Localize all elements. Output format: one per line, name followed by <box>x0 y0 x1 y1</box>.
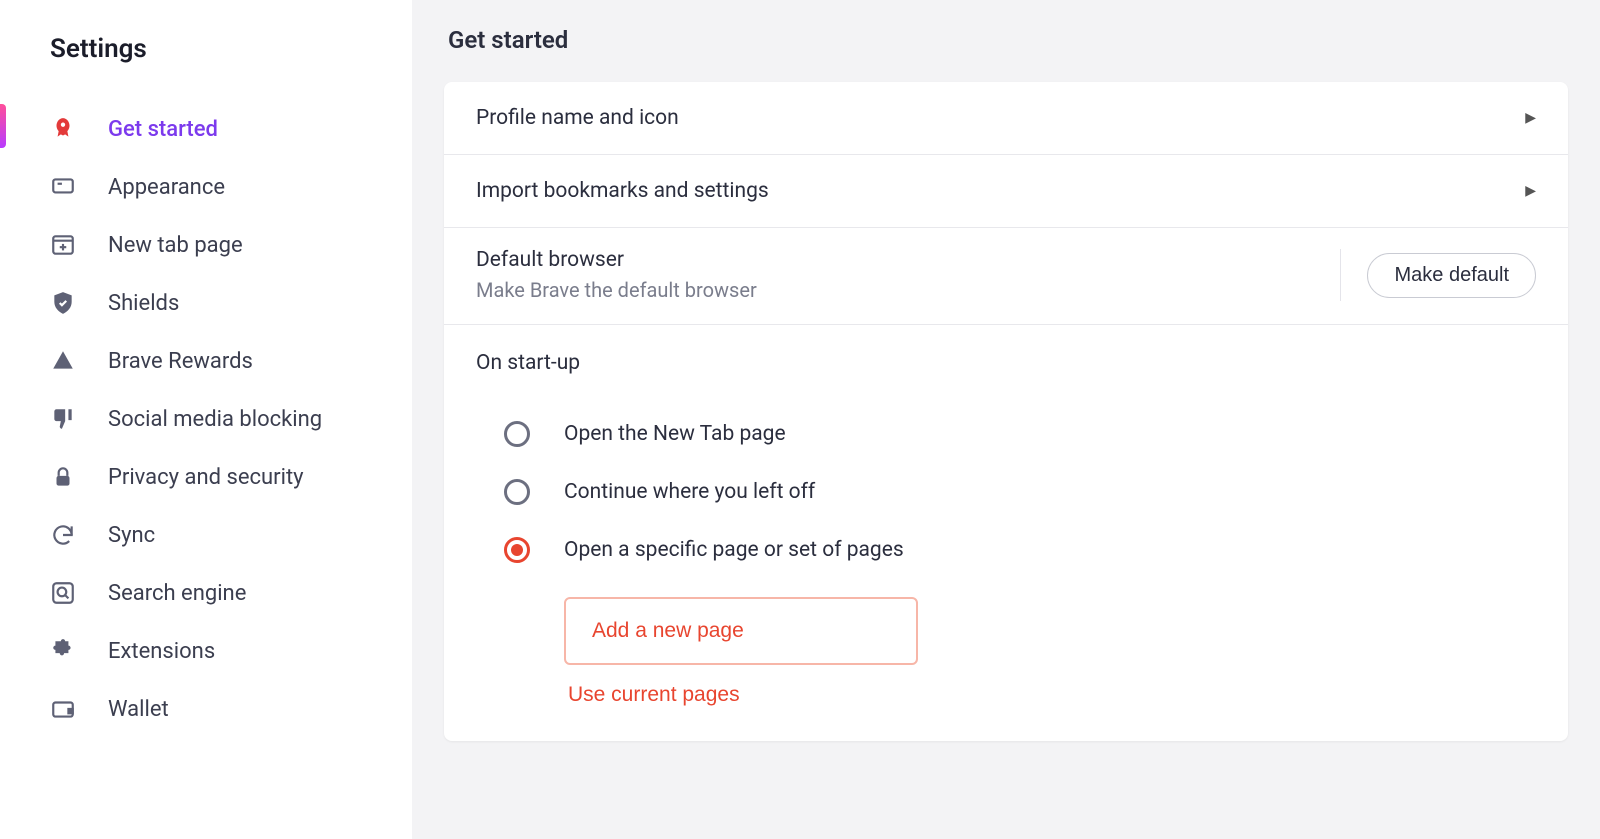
profile-row[interactable]: Profile name and icon ▶ <box>444 82 1568 155</box>
sidebar-item-social[interactable]: Social media blocking <box>0 390 412 448</box>
radio-unchecked-icon <box>504 479 530 505</box>
sidebar-item-label: Appearance <box>108 175 225 200</box>
extensions-icon <box>50 638 86 664</box>
radio-unchecked-icon <box>504 421 530 447</box>
sidebar-item-label: Sync <box>108 523 155 548</box>
shield-icon <box>50 290 86 316</box>
wallet-icon <box>50 696 86 722</box>
sync-icon <box>50 522 86 548</box>
thumbs-down-icon <box>50 406 86 432</box>
startup-title: On start-up <box>476 351 1536 375</box>
startup-option-label: Continue where you left off <box>564 480 815 504</box>
make-default-button[interactable]: Make default <box>1367 253 1536 298</box>
sidebar-item-label: Get started <box>108 117 218 142</box>
sidebar-item-new-tab[interactable]: New tab page <box>0 216 412 274</box>
use-current-pages-button[interactable]: Use current pages <box>564 683 740 707</box>
sidebar-item-label: Extensions <box>108 639 215 664</box>
startup-option-continue[interactable]: Continue where you left off <box>476 463 1536 521</box>
page-title: Get started <box>444 26 1600 54</box>
chevron-right-icon: ▶ <box>1525 110 1536 126</box>
profile-row-label: Profile name and icon <box>476 106 679 130</box>
startup-option-label: Open a specific page or set of pages <box>564 538 904 562</box>
sidebar-item-label: Shields <box>108 291 179 316</box>
default-browser-title: Default browser <box>476 248 757 272</box>
active-indicator <box>0 104 6 148</box>
sidebar-item-shields[interactable]: Shields <box>0 274 412 332</box>
sidebar-list: Get started Appearance New tab page Shie… <box>0 100 412 738</box>
sidebar-item-label: Search engine <box>108 581 246 606</box>
main-content: Get started Profile name and icon ▶ Impo… <box>412 0 1600 839</box>
startup-sub-actions: Add a new page Use current pages <box>564 597 1536 707</box>
sidebar-title: Settings <box>0 34 412 64</box>
import-row-label: Import bookmarks and settings <box>476 179 769 203</box>
sidebar-item-label: New tab page <box>108 233 243 258</box>
settings-sidebar: Settings Get started Appearance New tab … <box>0 0 412 839</box>
sidebar-item-appearance[interactable]: Appearance <box>0 158 412 216</box>
startup-option-new-tab[interactable]: Open the New Tab page <box>476 405 1536 463</box>
sidebar-item-privacy[interactable]: Privacy and security <box>0 448 412 506</box>
sidebar-item-sync[interactable]: Sync <box>0 506 412 564</box>
add-new-page-button[interactable]: Add a new page <box>564 597 918 665</box>
sidebar-item-label: Social media blocking <box>108 407 322 432</box>
new-tab-icon <box>50 232 86 258</box>
appearance-icon <box>50 174 86 200</box>
search-icon <box>50 580 86 606</box>
lock-icon <box>50 464 86 490</box>
rocket-icon <box>50 116 86 142</box>
sidebar-item-label: Brave Rewards <box>108 349 253 374</box>
sidebar-item-extensions[interactable]: Extensions <box>0 622 412 680</box>
chevron-right-icon: ▶ <box>1525 183 1536 199</box>
rewards-icon <box>50 348 86 374</box>
sidebar-item-get-started[interactable]: Get started <box>0 100 412 158</box>
startup-option-specific[interactable]: Open a specific page or set of pages <box>476 521 1536 579</box>
sidebar-item-wallet[interactable]: Wallet <box>0 680 412 738</box>
sidebar-item-search[interactable]: Search engine <box>0 564 412 622</box>
default-browser-row: Default browser Make Brave the default b… <box>444 228 1568 325</box>
default-browser-sub: Make Brave the default browser <box>476 278 757 302</box>
sidebar-item-label: Wallet <box>108 697 169 722</box>
sidebar-item-label: Privacy and security <box>108 465 304 490</box>
startup-section: On start-up Open the New Tab page Contin… <box>444 325 1568 741</box>
import-row[interactable]: Import bookmarks and settings ▶ <box>444 155 1568 228</box>
sidebar-item-rewards[interactable]: Brave Rewards <box>0 332 412 390</box>
radio-checked-icon <box>504 537 530 563</box>
startup-option-label: Open the New Tab page <box>564 422 786 446</box>
divider <box>1340 249 1341 301</box>
settings-card: Profile name and icon ▶ Import bookmarks… <box>444 82 1568 741</box>
